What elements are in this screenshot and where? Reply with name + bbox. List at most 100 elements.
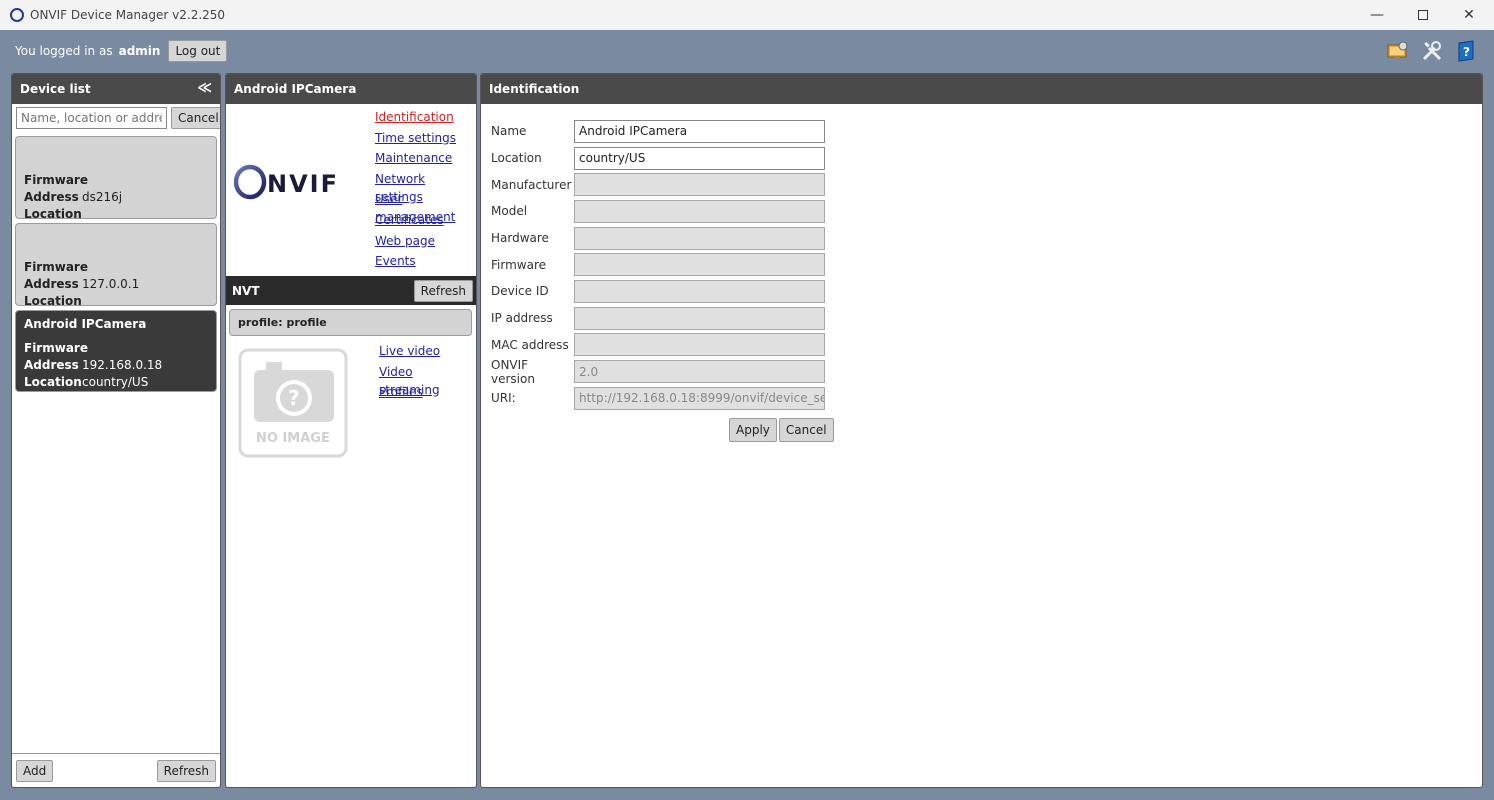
address-label: Address xyxy=(24,276,79,291)
manufacturer-label: Manufacturer xyxy=(491,177,572,192)
menu-identification[interactable]: Identification xyxy=(375,108,476,129)
device-item-selected[interactable]: Android IPCamera Firmware Address 192.168… xyxy=(15,310,217,392)
device-item[interactable]: Firmware Address ds216j Location xyxy=(15,136,217,221)
help-icon[interactable]: ? xyxy=(1454,39,1478,63)
name-label: Name xyxy=(491,124,527,139)
ip-address-field xyxy=(574,306,825,330)
location-label: Location xyxy=(24,206,82,221)
menu-web-page[interactable]: Web page xyxy=(375,232,476,253)
menu-maintenance[interactable]: Maintenance xyxy=(375,149,476,170)
monitor-settings-icon[interactable] xyxy=(1386,39,1410,63)
firmware-label: Firmware xyxy=(491,257,546,272)
model-field xyxy=(574,199,825,223)
device-overview: NVIF Identification Time settings Mainte… xyxy=(226,104,476,276)
device-name xyxy=(24,143,208,159)
address-label: Address xyxy=(24,357,79,372)
collapse-icon[interactable]: ≪ xyxy=(197,80,212,96)
device-menu: Identification Time settings Maintenance… xyxy=(375,108,476,273)
uri-field: http://192.168.0.18:8999/onvif/device_se… xyxy=(574,386,825,410)
identification-header: Identification xyxy=(481,74,1482,104)
address-label: Address xyxy=(24,189,79,204)
nvt-refresh-button[interactable]: Refresh xyxy=(413,279,473,302)
device-list-panel: Device list ≪ Cancel Firmware Addressds2… xyxy=(11,73,221,788)
add-device-button[interactable]: Add xyxy=(16,759,54,782)
device-name xyxy=(24,230,208,246)
device-location: country/US xyxy=(82,374,149,389)
hardware-field xyxy=(574,226,825,250)
location-label: Location xyxy=(491,151,542,166)
logout-button[interactable]: Log out xyxy=(168,40,228,62)
identification-actions: Apply Cancel xyxy=(729,418,834,442)
device-address: 127.0.0.1 xyxy=(82,276,140,291)
device-list-footer: Add Refresh xyxy=(12,753,220,787)
search-cancel-button[interactable]: Cancel xyxy=(171,107,220,129)
menu-live-video[interactable]: Live video xyxy=(379,342,476,363)
device-search-input[interactable] xyxy=(16,107,167,129)
identification-form: Name Android IPCamera Location country/US … xyxy=(491,118,825,412)
firmware-label: Firmware xyxy=(24,259,88,274)
device-name: Android IPCamera xyxy=(24,317,147,331)
menu-user-management[interactable]: User management xyxy=(375,190,476,224)
ip-address-label: IP address xyxy=(491,311,553,326)
hardware-label: Hardware xyxy=(491,231,549,246)
location-field[interactable]: country/US xyxy=(574,146,825,170)
svg-text:?: ? xyxy=(1463,45,1470,59)
device-panel-header: Android IPCamera xyxy=(226,74,476,104)
maximize-button[interactable] xyxy=(1400,0,1446,30)
identification-panel: Identification Name Android IPCamera Loca… xyxy=(480,73,1483,788)
menu-certificates[interactable]: Certificates xyxy=(375,211,476,232)
maximize-icon xyxy=(1418,10,1428,20)
profile-menu: Live video Video streaming Profiles xyxy=(379,342,476,404)
onvif-version-label: ONVIF version xyxy=(491,357,535,386)
minimize-icon: — xyxy=(1370,7,1384,23)
logged-in-label: You logged in as xyxy=(15,44,113,58)
no-image-placeholder: ? NO IMAGE xyxy=(238,348,348,458)
firmware-label: Firmware xyxy=(24,340,88,355)
menu-events[interactable]: Events xyxy=(375,252,476,273)
device-panel: Android IPCamera NVIF Identification Tim… xyxy=(225,73,477,788)
window-title: ONVIF Device Manager v2.2.250 xyxy=(30,8,226,22)
uri-label: URI: xyxy=(491,391,516,406)
firmware-field xyxy=(574,253,825,277)
model-label: Model xyxy=(491,204,528,219)
apply-button[interactable]: Apply xyxy=(729,418,777,442)
onvif-logo: NVIF xyxy=(233,162,352,202)
device-item[interactable]: Firmware Address 127.0.0.1 Location xyxy=(15,223,217,308)
onvif-version-field: 2.0 xyxy=(574,360,825,384)
svg-text:?: ? xyxy=(288,386,300,410)
no-image-text: NO IMAGE xyxy=(256,431,330,446)
menu-video-streaming[interactable]: Video streaming xyxy=(379,363,476,397)
location-label: Location xyxy=(24,293,82,308)
mac-address-label: MAC address xyxy=(491,337,569,352)
top-toolbar: ? xyxy=(1386,39,1478,63)
profile-label: profile: profile xyxy=(238,316,327,329)
minimize-button[interactable]: — xyxy=(1354,0,1400,30)
tools-icon[interactable] xyxy=(1420,39,1444,63)
username: admin xyxy=(118,44,161,58)
profile-body: ? NO IMAGE Live video Video streaming Pr… xyxy=(226,336,476,496)
session-bar: You logged in as admin Log out ? xyxy=(0,30,1494,72)
close-button[interactable]: ✕ xyxy=(1446,0,1492,30)
device-id-field xyxy=(574,279,825,303)
cancel-button[interactable]: Cancel xyxy=(778,418,834,442)
title-bar: ONVIF Device Manager v2.2.250 — ✕ xyxy=(0,0,1494,30)
close-icon: ✕ xyxy=(1463,7,1475,23)
device-list-header: Device list ≪ xyxy=(12,74,220,104)
firmware-label: Firmware xyxy=(24,172,88,187)
device-list-title: Device list xyxy=(20,82,91,96)
nvt-header: NVT Refresh xyxy=(226,276,476,305)
menu-time-settings[interactable]: Time settings xyxy=(375,129,476,150)
location-label: Location xyxy=(24,374,82,389)
refresh-devices-button[interactable]: Refresh xyxy=(156,759,216,782)
menu-network-settings[interactable]: Network settings xyxy=(375,170,476,204)
device-panel-title: Android IPCamera xyxy=(234,82,357,96)
device-id-label: Device ID xyxy=(491,284,549,299)
app-logo-icon xyxy=(10,8,24,22)
manufacturer-field xyxy=(574,173,825,197)
device-address: 192.168.0.18 xyxy=(82,357,163,372)
device-address: ds216j xyxy=(82,189,123,204)
name-field[interactable]: Android IPCamera xyxy=(574,119,825,143)
nvt-title: NVT xyxy=(232,283,260,298)
identification-title: Identification xyxy=(489,82,580,96)
profile-item[interactable]: profile: profile xyxy=(229,309,472,336)
